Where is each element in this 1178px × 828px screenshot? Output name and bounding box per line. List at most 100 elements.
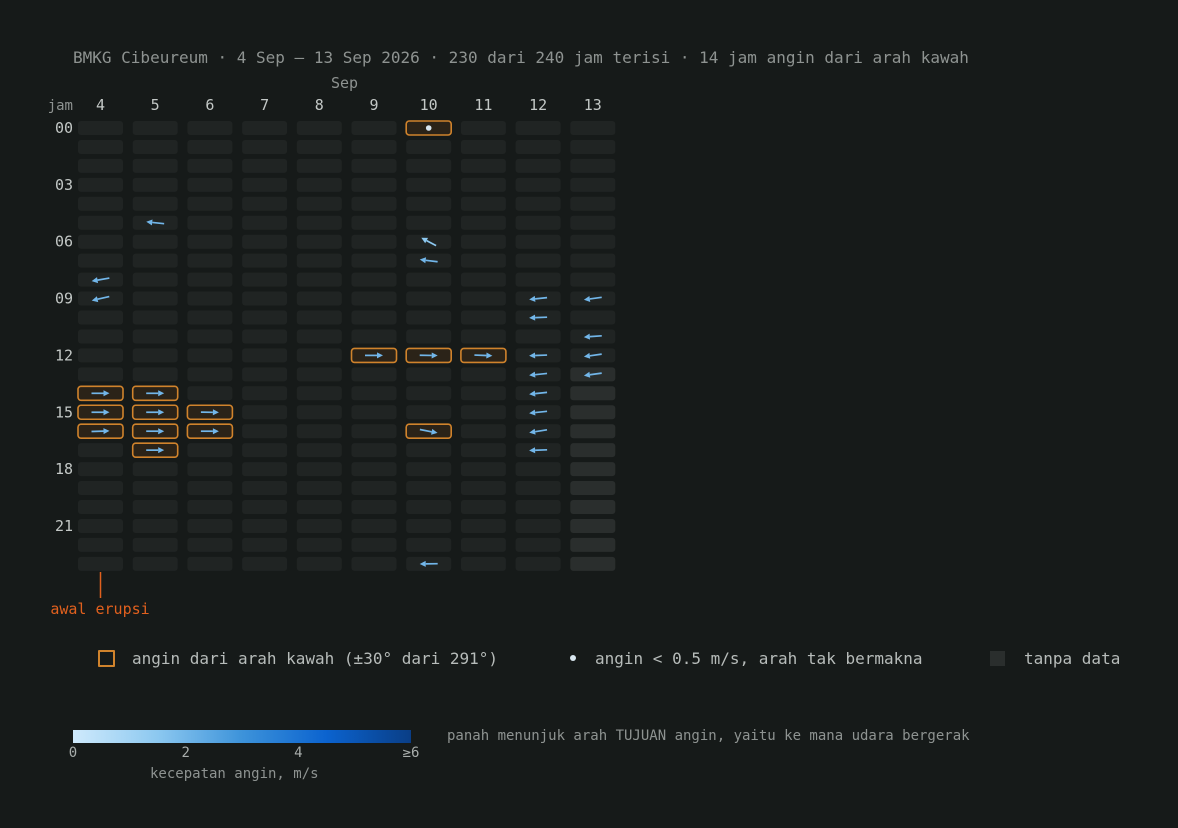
heatmap-cell	[515, 158, 561, 173]
heatmap-cell	[460, 158, 506, 173]
heatmap-cell	[296, 234, 342, 249]
heatmap-cell	[351, 424, 397, 439]
heatmap-cell	[187, 518, 233, 533]
hour-tick-label: 18	[55, 460, 73, 478]
heatmap-cell	[296, 443, 342, 458]
heatmap-cell	[187, 253, 233, 268]
heatmap-cell	[515, 121, 561, 135]
heatmap-cell	[570, 121, 616, 135]
heatmap-cell	[570, 234, 616, 249]
legend-calm-label: angin < 0.5 m/s, arah tak bermakna	[595, 648, 923, 668]
colorbar-tick-label: 2	[181, 745, 190, 761]
heatmap-cell	[296, 139, 342, 154]
heatmap-cell	[460, 121, 506, 135]
heatmap-cell	[242, 367, 288, 382]
heatmap-cell	[351, 556, 397, 571]
heatmap-cell	[351, 215, 397, 230]
nodata-cell	[570, 405, 616, 420]
heatmap-cell	[570, 310, 616, 325]
heatmap-cell	[296, 329, 342, 344]
heatmap-cell	[187, 291, 233, 306]
nodata-cell	[570, 518, 616, 533]
heatmap-cell	[296, 121, 342, 135]
heatmap-cell	[78, 253, 123, 268]
heatmap-cell	[296, 537, 342, 552]
heatmap-cell	[242, 518, 288, 533]
heatmap-cell	[515, 462, 561, 477]
heatmap-cell	[132, 556, 178, 571]
heatmap-cell	[296, 310, 342, 325]
heatmap-cell	[296, 405, 342, 420]
day-tick-label: 13	[584, 96, 602, 114]
heatmap-cell	[132, 310, 178, 325]
legend-crater: angin dari arah kawah (±30° dari 291°)	[98, 648, 498, 668]
day-tick-label: 11	[474, 96, 492, 114]
heatmap-cell	[460, 196, 506, 211]
heatmap-cell	[351, 158, 397, 173]
nodata-cell	[570, 556, 616, 571]
heatmap-cell	[296, 177, 342, 192]
heatmap-cell	[242, 348, 288, 363]
heatmap-cell	[187, 177, 233, 192]
heatmap-cell	[406, 139, 452, 154]
heatmap-cell	[296, 158, 342, 173]
colorbar-tick-label: 4	[294, 745, 303, 761]
heatmap-cell	[460, 443, 506, 458]
heatmap-cell	[242, 556, 288, 571]
heatmap-cell	[351, 537, 397, 552]
heatmap-cell	[296, 462, 342, 477]
heatmap-cell	[296, 196, 342, 211]
heatmap-cell	[187, 481, 233, 496]
heatmap-cell	[460, 253, 506, 268]
heatmap-cell	[296, 500, 342, 514]
heatmap-cell	[132, 272, 178, 287]
heatmap-cell	[187, 367, 233, 382]
heatmap-cell	[132, 158, 178, 173]
day-tick-label: 4	[96, 96, 105, 114]
heatmap-cell	[132, 481, 178, 496]
heatmap-cell	[460, 386, 506, 401]
heatmap-cell	[351, 405, 397, 420]
heatmap-cell	[351, 329, 397, 344]
calm-wind-dot	[425, 125, 432, 131]
legend-crater-swatch	[98, 649, 115, 667]
heatmap-cell	[242, 121, 288, 135]
heatmap-cell	[187, 348, 233, 363]
heatmap-cell	[515, 196, 561, 211]
heatmap-cell	[78, 177, 123, 192]
heatmap-cell	[187, 329, 233, 344]
day-tick-label: 7	[260, 96, 269, 114]
hour-tick-label: 03	[55, 176, 73, 194]
heatmap-cell	[296, 556, 342, 571]
heatmap-cell	[242, 386, 288, 401]
heatmap-cell	[406, 291, 452, 306]
heatmap-cell	[515, 518, 561, 533]
heatmap-cell	[570, 215, 616, 230]
heatmap-cell	[351, 367, 397, 382]
heatmap-cell	[351, 462, 397, 477]
heatmap-cell	[78, 158, 123, 173]
heatmap-cell	[78, 481, 123, 496]
heatmap-cell	[132, 121, 178, 135]
wind-heatmap: jam 4 5 6 7 8 9 10 11 12 13 00 03 06 09 12 15 18 21 awal er…	[48, 96, 616, 618]
heatmap-cell	[132, 537, 178, 552]
heatmap-cell	[187, 500, 233, 514]
heatmap-cell	[78, 556, 123, 571]
heatmap-cell	[351, 121, 397, 135]
heatmap-cell	[460, 462, 506, 477]
legend-nodata-label: tanpa data	[1024, 648, 1121, 668]
legend-calm: angin < 0.5 m/s, arah tak bermakna	[570, 648, 923, 668]
heatmap-cell	[515, 215, 561, 230]
heatmap-cell	[406, 158, 452, 173]
hour-axis-label: jam	[48, 98, 73, 114]
heatmap-cell	[242, 158, 288, 173]
heatmap-cell	[78, 518, 123, 533]
heatmap-cell	[515, 556, 561, 571]
heatmap-cell	[296, 291, 342, 306]
colorbar-gradient	[73, 730, 411, 743]
hour-tick-label: 00	[55, 119, 73, 137]
heatmap-cell	[296, 386, 342, 401]
heatmap-cell	[406, 462, 452, 477]
heatmap-cell	[460, 518, 506, 533]
eruption-marker-label: awal erupsi	[50, 600, 149, 618]
